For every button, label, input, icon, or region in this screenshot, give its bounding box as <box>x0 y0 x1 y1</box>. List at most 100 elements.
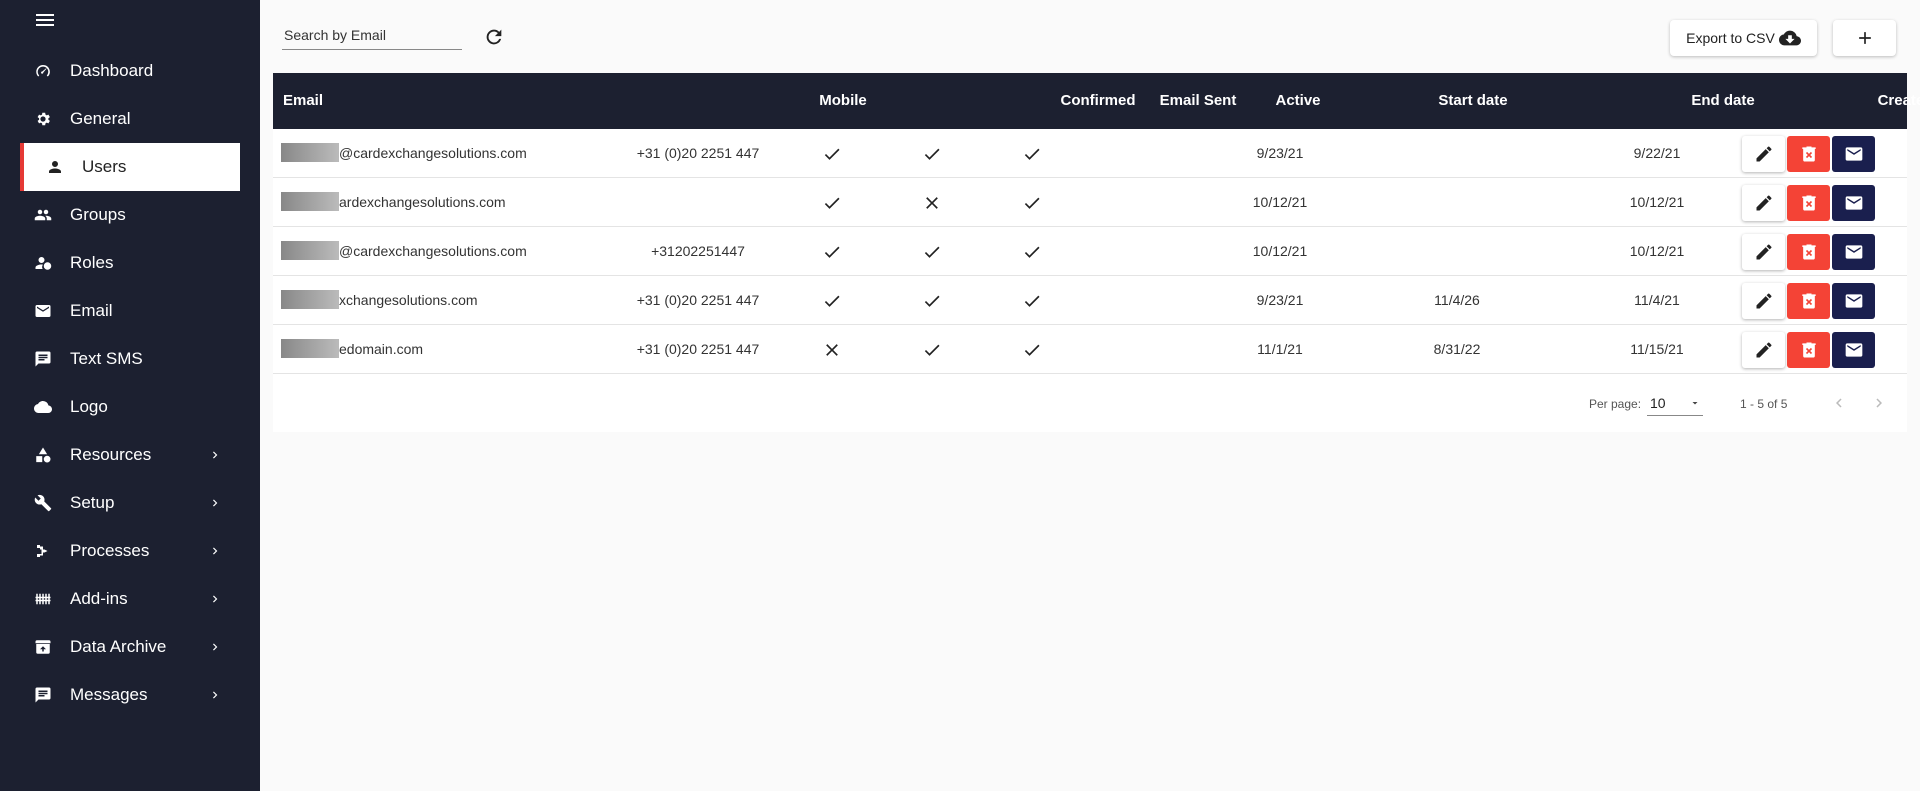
delete-button[interactable] <box>1787 234 1830 270</box>
delete-button[interactable] <box>1787 332 1830 368</box>
previous-page-button[interactable] <box>1830 394 1848 412</box>
sidebar-item-setup[interactable]: Setup <box>20 479 240 527</box>
send-email-button[interactable] <box>1832 283 1875 319</box>
cross-icon <box>826 344 838 356</box>
pencil-icon <box>1756 244 1772 260</box>
send-email-button[interactable] <box>1832 185 1875 221</box>
edit-button[interactable] <box>1742 283 1785 319</box>
active-mark <box>1022 193 1042 213</box>
edit-button[interactable] <box>1742 185 1785 221</box>
edit-button[interactable] <box>1742 332 1785 368</box>
send-email-button[interactable] <box>1832 332 1875 368</box>
created-date-cell: 10/12/21 <box>1629 243 1685 259</box>
sidebar-item-label: General <box>70 109 131 128</box>
add-user-button[interactable] <box>1833 20 1896 56</box>
email-text: @cardexchangesolutions.com <box>339 145 527 161</box>
mail-icon <box>1845 294 1862 308</box>
start-date-cell: 11/1/21 <box>1257 341 1303 357</box>
check-icon <box>924 148 940 160</box>
cloud-download-icon <box>1778 30 1801 46</box>
table-row: ardexchangesolutions.com 10/12/21 10/12/21 <box>273 178 1907 227</box>
export-csv-button[interactable]: Export to CSV <box>1670 20 1817 56</box>
start-date-cell: 9/23/21 <box>1256 292 1304 308</box>
table-row: xchangesolutions.com +31 (0)20 2251 447 9/… <box>273 276 1907 325</box>
export-csv-label: Export to CSV <box>1686 30 1775 46</box>
plus-icon <box>1858 32 1871 44</box>
chevron-right-icon[interactable] <box>208 496 222 510</box>
chevron-right-icon[interactable] <box>208 448 222 462</box>
email-text: ardexchangesolutions.com <box>339 194 506 210</box>
edit-button[interactable] <box>1742 234 1785 270</box>
dropdown-arrow-icon <box>1692 402 1698 405</box>
header-end-date[interactable]: End date <box>1623 73 1823 129</box>
archive-icon <box>34 638 52 656</box>
email-sent-mark <box>922 340 942 360</box>
sidebar-item-messages[interactable]: Messages <box>20 671 240 719</box>
group-icon <box>34 206 52 224</box>
sidebar: Dashboard General Users Groups Roles Email Tex… <box>0 0 260 791</box>
redacted-mask <box>281 143 339 163</box>
sidebar-item-label: Setup <box>70 493 115 512</box>
check-icon <box>1024 246 1040 258</box>
header-active[interactable]: Active <box>1248 73 1348 129</box>
per-page-label: Per page: <box>1589 397 1642 411</box>
sidebar-item-data-archive[interactable]: Data Archive <box>20 623 240 671</box>
sidebar-item-text-sms[interactable]: Text SMS <box>20 335 240 383</box>
sidebar-item-resources[interactable]: Resources <box>20 431 240 479</box>
header-created-date[interactable]: Created date <box>1823 73 1920 129</box>
chevron-right-icon[interactable] <box>208 544 222 558</box>
sidebar-item-processes[interactable]: Processes <box>20 527 240 575</box>
chevron-right-icon[interactable] <box>208 688 222 702</box>
search-input[interactable] <box>282 20 462 50</box>
confirmed-mark <box>822 242 842 262</box>
sidebar-item-label: Users <box>82 157 127 176</box>
check-icon <box>1024 197 1040 209</box>
sidebar-item-label: Resources <box>70 445 152 464</box>
header-mobile[interactable]: Mobile <box>763 73 923 129</box>
sidebar-item-add-ins[interactable]: Add-ins <box>20 575 240 623</box>
chevron-right-icon[interactable] <box>208 592 222 606</box>
active-mark <box>1022 291 1042 311</box>
send-email-button[interactable] <box>1832 136 1875 172</box>
redacted-mask <box>281 290 339 310</box>
sidebar-item-groups[interactable]: Groups <box>20 191 240 239</box>
check-icon <box>824 197 840 209</box>
start-date-cell: 10/12/21 <box>1252 194 1308 210</box>
created-date-cell: 9/22/21 <box>1633 145 1681 161</box>
sidebar-item-users[interactable]: Users <box>20 143 240 191</box>
email-sent-mark <box>922 144 942 164</box>
messages-icon <box>34 686 52 704</box>
end-date-cell: 11/4/26 <box>1434 292 1480 308</box>
delete-button[interactable] <box>1787 136 1830 172</box>
cloud-icon <box>34 398 52 416</box>
gear-icon <box>34 110 52 128</box>
menu-icon[interactable] <box>36 14 54 28</box>
next-page-button[interactable] <box>1870 394 1888 412</box>
header-start-date[interactable]: Start date <box>1373 73 1573 129</box>
header-email-sent[interactable]: Email Sent <box>1148 73 1248 129</box>
header-confirmed[interactable]: Confirmed <box>1048 73 1148 129</box>
email-sent-mark <box>922 242 942 262</box>
edit-button[interactable] <box>1742 136 1785 172</box>
redacted-mask <box>281 339 339 359</box>
per-page-select[interactable]: 10 <box>1647 390 1703 416</box>
sidebar-item-email[interactable]: Email <box>20 287 240 335</box>
send-email-button[interactable] <box>1832 234 1875 270</box>
trash-icon <box>1801 146 1816 162</box>
delete-button[interactable] <box>1787 185 1830 221</box>
mobile-cell: +31 (0)20 2251 447 <box>636 292 760 308</box>
sidebar-item-logo[interactable]: Logo <box>20 383 240 431</box>
pencil-icon <box>1756 146 1772 162</box>
sidebar-item-dashboard[interactable]: Dashboard <box>20 47 240 95</box>
email-cell: @cardexchangesolutions.com <box>281 227 581 276</box>
delete-button[interactable] <box>1787 283 1830 319</box>
page-range: 1 - 5 of 5 <box>1740 397 1788 411</box>
sidebar-item-general[interactable]: General <box>20 95 240 143</box>
header-email[interactable]: Email <box>283 73 343 129</box>
active-mark <box>1022 144 1042 164</box>
chevron-right-icon[interactable] <box>208 640 222 654</box>
sidebar-item-roles[interactable]: Roles <box>20 239 240 287</box>
check-icon <box>924 344 940 356</box>
refresh-icon[interactable] <box>483 26 505 48</box>
per-page-value: 10 <box>1650 395 1666 411</box>
